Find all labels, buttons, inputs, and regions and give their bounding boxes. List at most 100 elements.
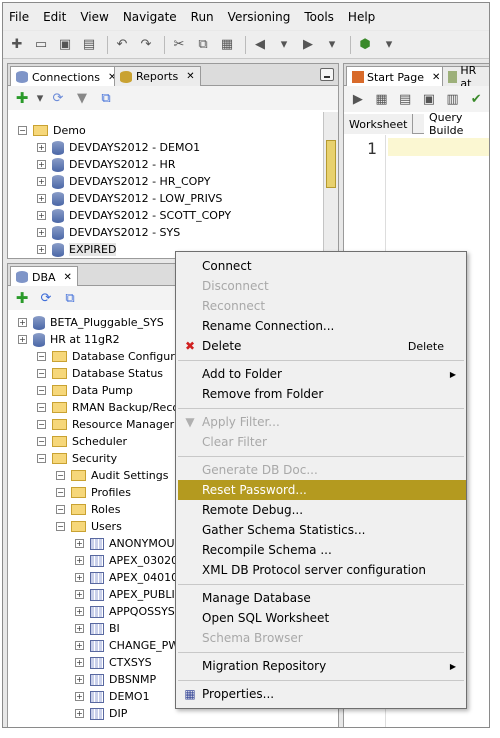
autotrace-icon[interactable]: ▣ (419, 89, 439, 109)
menu-item-migration-repository[interactable]: Migration Repository ▶ (178, 656, 466, 676)
collapse-icon[interactable]: − (37, 352, 46, 361)
expand-icon[interactable]: + (75, 709, 84, 718)
tree-item-beta-pluggable-sys[interactable]: + BETA_Pluggable_SYS (18, 314, 164, 331)
menu-item-gather-schema-statistics[interactable]: Gather Schema Statistics... (178, 520, 466, 540)
tree-item-devdays2012-scott-copy[interactable]: + DEVDAYS2012 - SCOTT_COPY (37, 207, 231, 224)
collapse-icon[interactable]: + (37, 245, 46, 254)
tree-item-hr-at-11gr2[interactable]: + HR at 11gR2 (18, 331, 120, 348)
tree-item-apex-03020[interactable]: + APEX_03020 (75, 552, 178, 569)
expand-icon[interactable]: + (75, 539, 84, 548)
collapse-icon[interactable]: + (37, 211, 46, 220)
tree-item-expired[interactable]: + EXPIRED (37, 241, 117, 258)
tree-item-devdays2012-sys[interactable]: + DEVDAYS2012 - SYS (37, 224, 180, 241)
redo-icon[interactable]: ↷ (136, 35, 156, 55)
tab-hr-at[interactable]: HR at (442, 64, 489, 90)
tree-item-devdays2012-demo1[interactable]: + DEVDAYS2012 - DEMO1 (37, 139, 200, 156)
collapse-icon[interactable]: + (18, 335, 27, 344)
tree-item-roles[interactable]: − Roles (56, 501, 120, 518)
tree-item-scheduler[interactable]: − Scheduler (37, 433, 127, 450)
menu-item-properties[interactable]: ▦ Properties... (178, 684, 466, 704)
tree-item-profiles[interactable]: − Profiles (56, 484, 131, 501)
collapse-icon[interactable]: + (37, 160, 46, 169)
schema-browser-icon[interactable]: ⧉ (96, 88, 116, 108)
menu-item-rename-connection[interactable]: Rename Connection... (178, 316, 466, 336)
forward-icon[interactable]: ▶ (298, 35, 318, 55)
close-icon[interactable]: ✕ (186, 71, 194, 82)
collapse-icon[interactable]: + (37, 177, 46, 186)
collapse-icon[interactable]: − (56, 471, 65, 480)
tree-item-demo[interactable]: − Demo (18, 122, 86, 139)
clear-icon[interactable]: ▥ (443, 89, 463, 109)
menu-item-recompile-schema[interactable]: Recompile Schema ... (178, 540, 466, 560)
subtab-worksheet[interactable]: Worksheet (344, 114, 414, 134)
tree-item-apex-publi[interactable]: + APEX_PUBLI (75, 586, 175, 603)
menu-view[interactable]: View (80, 10, 108, 24)
subtab-query-builde[interactable]: Query Builde (424, 111, 489, 137)
add-connection-icon[interactable]: ✚ (12, 88, 32, 108)
collapse-icon[interactable]: + (18, 318, 27, 327)
collapse-icon[interactable]: − (56, 488, 65, 497)
commit-icon[interactable]: ✔ (466, 89, 486, 109)
copy-icon[interactable]: ⧉ (193, 35, 213, 55)
minimize-icon[interactable] (320, 68, 334, 81)
tree-item-dbsnmp[interactable]: + DBSNMP (75, 671, 156, 688)
menu-versioning[interactable]: Versioning (228, 10, 291, 24)
refresh-icon[interactable]: ⟳ (48, 88, 68, 108)
menu-help[interactable]: Help (348, 10, 375, 24)
filter-icon[interactable]: ▼ (72, 88, 92, 108)
back-icon[interactable]: ◀ (250, 35, 270, 55)
tree-item-devdays2012-low-privs[interactable]: + DEVDAYS2012 - LOW_PRIVS (37, 190, 222, 207)
menu-item-delete[interactable]: ✖ Delete Delete (178, 336, 466, 356)
menu-item-reset-password[interactable]: Reset Password... (178, 480, 466, 500)
tree-item-devdays2012-hr[interactable]: + DEVDAYS2012 - HR (37, 156, 175, 173)
collapse-icon[interactable]: − (18, 126, 27, 135)
expand-icon[interactable]: + (75, 675, 84, 684)
menu-item-connect[interactable]: Connect (178, 256, 466, 276)
forward-dropdown-icon[interactable]: ▾ (322, 35, 342, 55)
cut-icon[interactable]: ✂ (169, 35, 189, 55)
tree-item-database-configurat[interactable]: − Database Configurat (37, 348, 186, 365)
menu-item-open-sql-worksheet[interactable]: Open SQL Worksheet (178, 608, 466, 628)
collapse-icon[interactable]: − (37, 437, 46, 446)
tree-item-appqossys[interactable]: + APPQOSSYS (75, 603, 175, 620)
tree-item-dip[interactable]: + DIP (75, 705, 127, 722)
schema-browser-icon[interactable]: ⧉ (60, 288, 80, 308)
menu-navigate[interactable]: Navigate (123, 10, 177, 24)
menu-item-remote-debug[interactable]: Remote Debug... (178, 500, 466, 520)
save-all-icon[interactable]: ▤ (79, 35, 99, 55)
expand-icon[interactable]: + (75, 607, 84, 616)
save-icon[interactable]: ▣ (55, 35, 75, 55)
menu-tools[interactable]: Tools (304, 10, 334, 24)
sql-dropdown-icon[interactable]: ▾ (379, 35, 399, 55)
tree-item-demo1[interactable]: + DEMO1 (75, 688, 150, 705)
tree-item-apex-04010[interactable]: + APEX_04010 (75, 569, 178, 586)
add-connection-icon[interactable]: ✚ (12, 288, 32, 308)
collapse-icon[interactable]: − (37, 386, 46, 395)
collapse-icon[interactable]: + (37, 194, 46, 203)
back-dropdown-icon[interactable]: ▾ (274, 35, 294, 55)
menu-run[interactable]: Run (191, 10, 214, 24)
tree-item-security[interactable]: − Security (37, 450, 117, 467)
connections-scrollbar[interactable] (323, 112, 338, 258)
tree-item-anonymou[interactable]: + ANONYMOU (75, 535, 175, 552)
sql-worksheet-icon[interactable]: ⬢ (355, 35, 375, 55)
collapse-icon[interactable]: − (37, 369, 46, 378)
collapse-icon[interactable]: − (56, 522, 65, 531)
scrollbar-thumb[interactable] (326, 140, 336, 188)
menu-item-xml-db-protocol-server-configuration[interactable]: XML DB Protocol server configuration (178, 560, 466, 580)
expand-icon[interactable]: + (75, 590, 84, 599)
open-folder-icon[interactable]: ▭ (31, 35, 51, 55)
expand-icon[interactable]: + (75, 556, 84, 565)
collapse-icon[interactable]: − (37, 403, 46, 412)
run-statement-icon[interactable]: ▶ (348, 89, 368, 109)
menu-edit[interactable]: Edit (43, 10, 66, 24)
tree-item-resource-manager[interactable]: − Resource Manager (37, 416, 174, 433)
tab-connections[interactable]: Connections ✕ (10, 66, 123, 87)
tab-dba[interactable]: DBA ✕ (10, 266, 78, 287)
close-icon[interactable]: ✕ (432, 72, 440, 83)
add-dropdown-icon[interactable]: ▾ (36, 88, 44, 108)
tree-item-rman-backup-recov[interactable]: − RMAN Backup/Recov (37, 399, 186, 416)
tree-item-devdays2012-hr-copy[interactable]: + DEVDAYS2012 - HR_COPY (37, 173, 210, 190)
tree-item-users[interactable]: − Users (56, 518, 122, 535)
collapse-icon[interactable]: − (37, 454, 46, 463)
